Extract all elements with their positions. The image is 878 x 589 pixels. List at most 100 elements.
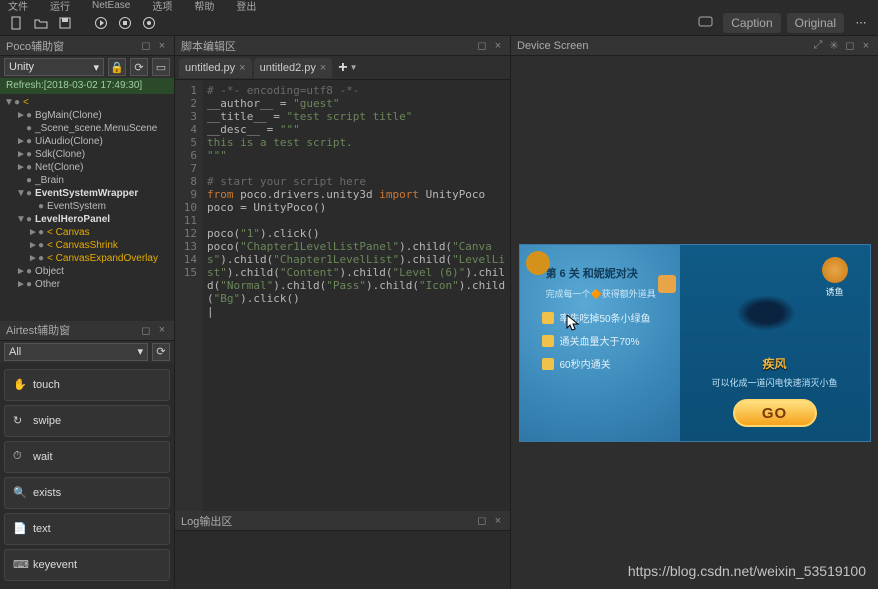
tree-node[interactable]: ►●< CanvasExpandOverlay: [0, 252, 174, 265]
popup-icon[interactable]: ◻: [140, 324, 152, 336]
stop-icon[interactable]: [114, 13, 136, 33]
menubar: 文件 运行 NetEase 选项 帮助 登出: [0, 0, 878, 10]
level-subtitle: 完成每一个🔶获得额外道具: [534, 287, 672, 300]
tree-node[interactable]: ▼●LevelHeroPanel: [0, 213, 174, 226]
close-icon[interactable]: ×: [239, 62, 245, 74]
airtest-action-touch[interactable]: ✋touch: [4, 369, 170, 401]
original-button[interactable]: Original: [787, 13, 844, 33]
tree-node[interactable]: ►●BgMain(Clone): [0, 109, 174, 122]
close-icon[interactable]: ×: [320, 62, 326, 74]
objective-text: 率先吃掉50条小绿鱼: [560, 310, 651, 325]
airtest-action-text[interactable]: 📄text: [4, 513, 170, 545]
tab-untitled[interactable]: untitled.py ×: [179, 58, 252, 78]
action-label: touch: [33, 379, 60, 391]
airtest-action-keyevent[interactable]: ⌨keyevent: [4, 549, 170, 581]
device-panel-header: Device Screen ⤢ ✳ ◻ ×: [511, 36, 878, 56]
go-button[interactable]: GO: [733, 399, 817, 427]
bait-icon: [822, 257, 848, 283]
maximize-icon[interactable]: ⤢: [812, 40, 824, 52]
code-area[interactable]: # -*- encoding=utf8 -*-__author__ = "gue…: [203, 80, 510, 511]
new-file-icon[interactable]: [6, 13, 28, 33]
caption-button[interactable]: Caption: [723, 13, 780, 33]
close-icon[interactable]: ×: [860, 40, 872, 52]
menu-run[interactable]: 运行: [50, 0, 70, 13]
script-panel-title: 脚本编辑区: [181, 38, 236, 54]
swipe-icon: ↻: [13, 414, 27, 427]
level-title: 第 6 关 和妮妮对决: [534, 265, 672, 281]
menu-help[interactable]: 帮助: [194, 0, 214, 13]
tree-node[interactable]: ►●Other: [0, 278, 174, 291]
objective-text: 60秒内通关: [560, 356, 611, 371]
record-icon[interactable]: [138, 13, 160, 33]
fullscreen-icon[interactable]: ✳: [828, 40, 840, 52]
poco-panel-title: Poco辅助窗: [6, 38, 64, 54]
inspect-icon[interactable]: ▭: [152, 58, 170, 76]
comment-icon[interactable]: [695, 13, 717, 33]
poco-driver-select[interactable]: Unity ▾: [4, 58, 104, 76]
close-icon[interactable]: ×: [156, 324, 168, 336]
tab-untitled2[interactable]: untitled2.py ×: [254, 58, 333, 78]
tab-dropdown-icon[interactable]: ▼: [350, 63, 358, 72]
wait-icon: ⏱: [13, 450, 27, 463]
airtest-action-exists[interactable]: 🔍exists: [4, 477, 170, 509]
code-editor[interactable]: 123456789101112131415 # -*- encoding=utf…: [175, 80, 510, 511]
close-icon[interactable]: ×: [156, 40, 168, 52]
script-panel-header: 脚本编辑区 ◻ ×: [175, 36, 510, 56]
add-tab-button[interactable]: +: [338, 59, 347, 77]
game-objectives-panel: 第 6 关 和妮妮对决 完成每一个🔶获得额外道具 率先吃掉50条小绿鱼 通关血量…: [520, 245, 680, 441]
close-icon[interactable]: ×: [492, 515, 504, 527]
popup-icon[interactable]: ◻: [476, 515, 488, 527]
objective-text: 通关血量大于70%: [560, 333, 640, 348]
item-bubble: 诱鱼: [818, 257, 852, 307]
menu-netease[interactable]: NetEase: [92, 0, 130, 11]
tree-node[interactable]: ►●< CanvasShrink: [0, 239, 174, 252]
airtest-filter-select[interactable]: All ▾: [4, 343, 148, 361]
airtest-panel-title: Airtest辅助窗: [6, 322, 70, 338]
tree-node[interactable]: ●_Brain: [0, 174, 174, 187]
tree-node[interactable]: ►●Net(Clone): [0, 161, 174, 174]
skill-name: 疾风: [762, 355, 786, 372]
keyevent-icon: ⌨: [13, 558, 27, 571]
objective-icon: [542, 358, 554, 370]
airtest-action-swipe[interactable]: ↻ swipe: [4, 405, 170, 437]
menu-file[interactable]: 文件: [8, 0, 28, 13]
game-action-panel: 诱鱼 疾风 可以化成一道闪电快速消灭小鱼 GO: [680, 245, 870, 441]
lock-icon[interactable]: 🔒: [108, 58, 126, 76]
line-gutter: 123456789101112131415: [175, 80, 203, 511]
more-icon[interactable]: ⋯: [850, 13, 872, 33]
airtest-panel-header: Airtest辅助窗 ◻ ×: [0, 321, 174, 341]
action-label: swipe: [33, 415, 61, 427]
log-panel-title: Log输出区: [181, 513, 232, 529]
close-icon[interactable]: ×: [492, 40, 504, 52]
objective-item: 60秒内通关: [542, 356, 672, 371]
menu-logout[interactable]: 登出: [236, 0, 256, 13]
menu-options[interactable]: 选项: [152, 0, 172, 13]
open-folder-icon[interactable]: [30, 13, 52, 33]
device-screen[interactable]: 第 6 关 和妮妮对决 完成每一个🔶获得额外道具 率先吃掉50条小绿鱼 通关血量…: [511, 56, 878, 589]
run-icon[interactable]: [90, 13, 112, 33]
chevron-down-icon: ▾: [93, 61, 99, 74]
tree-node[interactable]: ●_Scene_scene.MenuScene: [0, 122, 174, 135]
difficulty-badge: [658, 275, 676, 293]
hierarchy-tree[interactable]: ▼●< ►●BgMain(Clone)●_Scene_scene.MenuSce…: [0, 94, 174, 321]
airtest-filter-value: All: [9, 346, 21, 358]
action-label: text: [33, 523, 51, 535]
refresh-icon[interactable]: ⟳: [130, 58, 148, 76]
tab-label: untitled2.py: [260, 62, 316, 74]
tree-node[interactable]: ▼●EventSystemWrapper: [0, 187, 174, 200]
tree-node[interactable]: ►●UiAudio(Clone): [0, 135, 174, 148]
poco-panel-header: Poco辅助窗 ◻ ×: [0, 36, 174, 56]
tree-node[interactable]: ▼●<: [0, 96, 174, 109]
refresh-icon[interactable]: ⟳: [152, 343, 170, 361]
popup-icon[interactable]: ◻: [476, 40, 488, 52]
star-icon: [526, 251, 550, 275]
tree-node[interactable]: ►●Object: [0, 265, 174, 278]
tree-node[interactable]: ●EventSystem: [0, 200, 174, 213]
popup-icon[interactable]: ◻: [844, 40, 856, 52]
tree-node[interactable]: ►●Sdk(Clone): [0, 148, 174, 161]
airtest-action-wait[interactable]: ⏱wait: [4, 441, 170, 473]
log-output[interactable]: [175, 531, 510, 589]
popup-icon[interactable]: ◻: [140, 40, 152, 52]
save-icon[interactable]: [54, 13, 76, 33]
tree-node[interactable]: ►●< Canvas: [0, 226, 174, 239]
